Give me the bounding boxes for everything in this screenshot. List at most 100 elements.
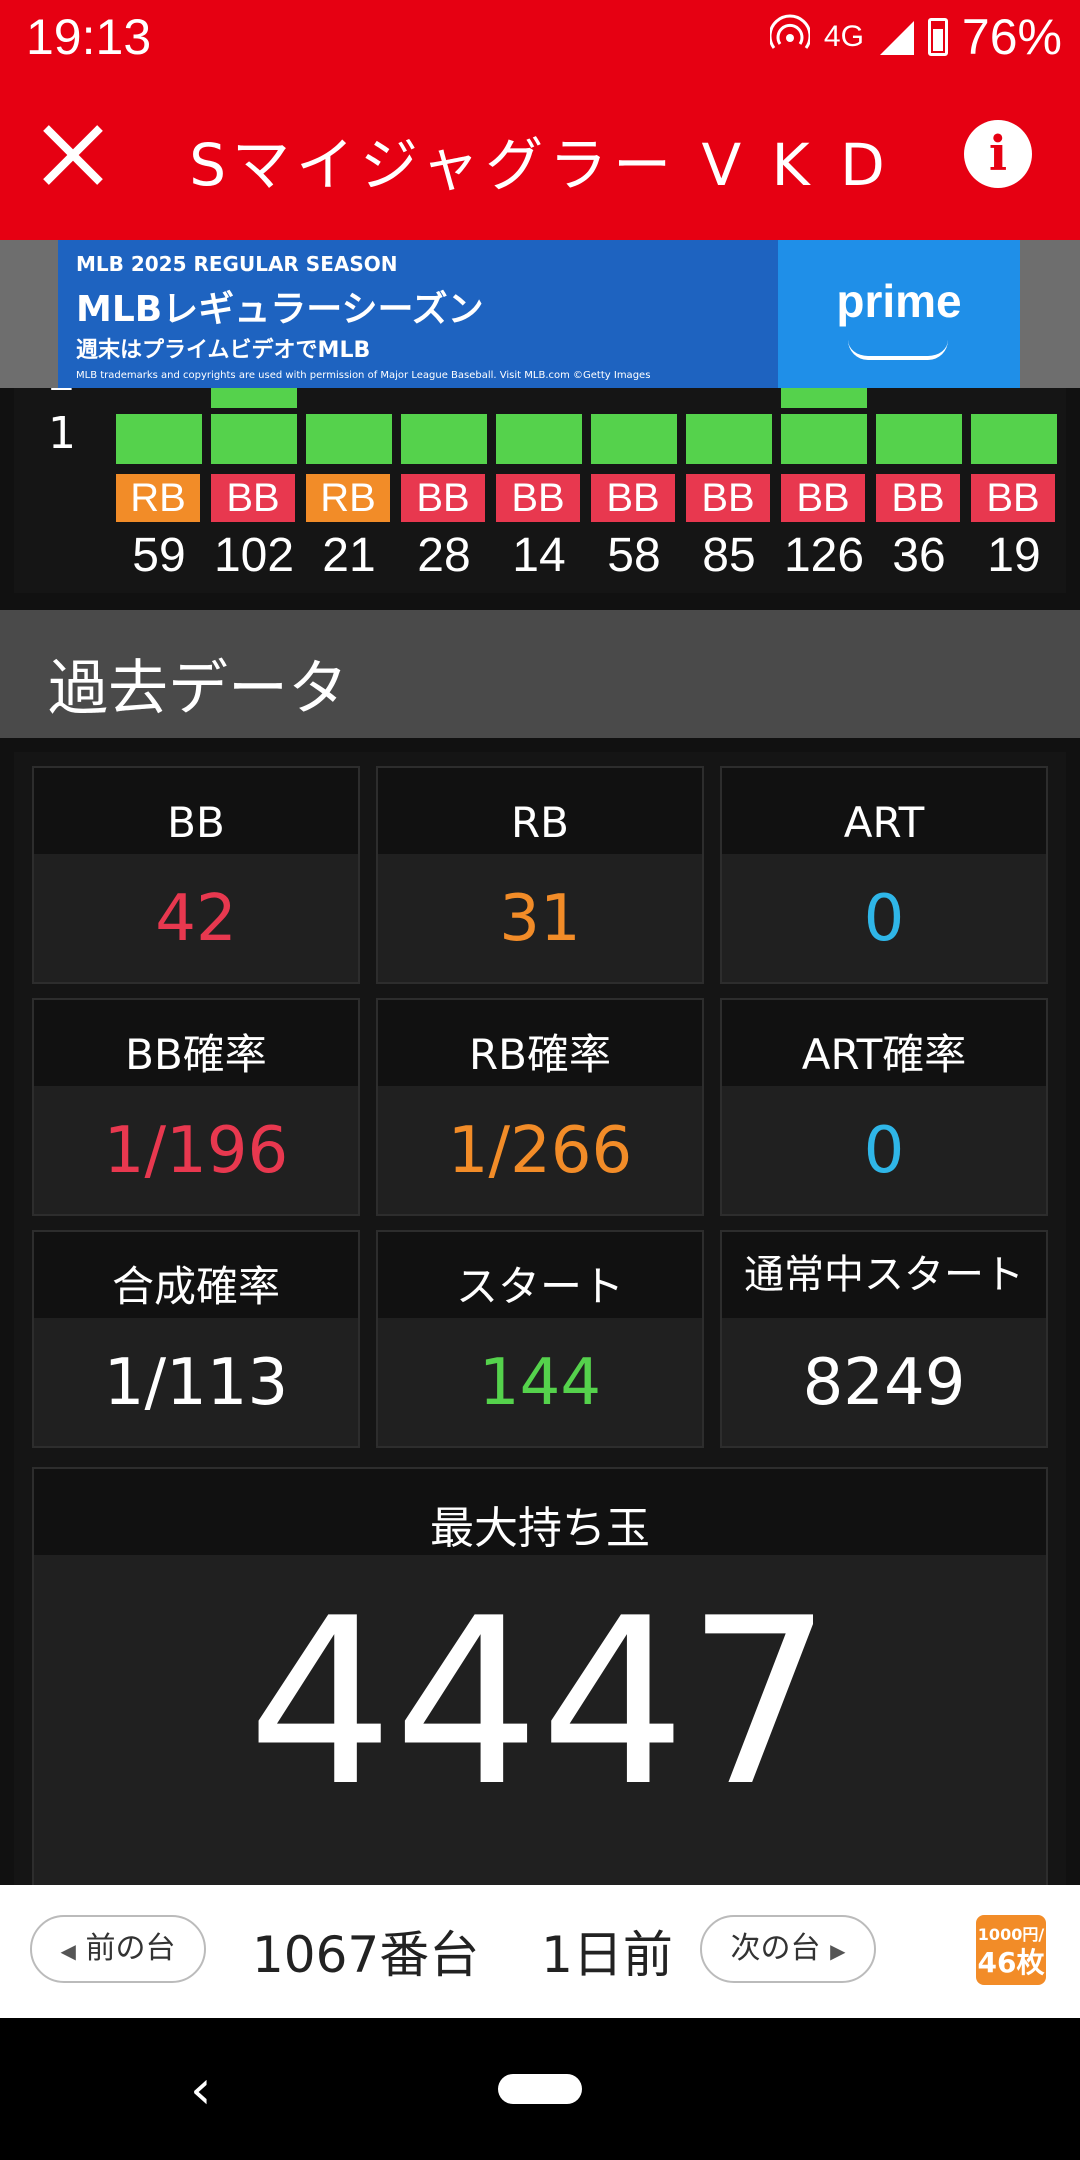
graph-bar (686, 414, 772, 464)
bonus-count-label: 126 (783, 529, 865, 582)
stat-label: ART確率 (722, 1000, 1046, 1086)
chevron-left-icon: ◀ (60, 1939, 76, 1963)
stat-label: 通常中スタート (722, 1232, 1046, 1318)
ad-line4: MLB trademarks and copyrights are used w… (76, 370, 651, 381)
next-machine-button[interactable]: 次の台 ▶ (700, 1915, 876, 1983)
y-label-1: 1 (48, 408, 76, 459)
stat-cell-normal-start: 通常中スタート 8249 (720, 1230, 1048, 1448)
prev-label: 前の台 (85, 1931, 176, 1966)
stat-cell-art: ART 0 (720, 766, 1048, 984)
graph-bar (971, 414, 1057, 464)
max-balls-label: 最大持ち玉 (34, 1469, 1046, 1555)
bonus-type-badge: BB (211, 474, 295, 522)
graph-bar (496, 414, 582, 464)
stat-value: 8249 (802, 1346, 966, 1420)
stat-value: 1/196 (103, 1114, 289, 1188)
bonus-count-label: 102 (213, 529, 295, 582)
day-offset: 1日前 (541, 1926, 673, 1984)
stat-value: 1/266 (447, 1114, 633, 1188)
ad-banner[interactable]: MLB 2025 REGULAR SEASON MLBレギュラーシーズン 週末は… (0, 240, 1080, 388)
ad-line1: MLB 2025 REGULAR SEASON (76, 252, 398, 276)
graph-bar (876, 414, 962, 464)
app-header: Sマイジャグラー V K D i (0, 80, 1080, 240)
machine-info: 1067番台 1日前 (252, 1915, 673, 1987)
ad-left-panel: MLB 2025 REGULAR SEASON MLBレギュラーシーズン 週末は… (58, 240, 778, 388)
info-icon[interactable]: i (964, 120, 1032, 188)
chevron-right-icon: ▶ (830, 1939, 846, 1963)
battery-level: 76% (961, 9, 1062, 65)
ad-line3: 週末はプライムビデオでMLB (76, 338, 371, 363)
stat-value: 144 (478, 1346, 602, 1420)
ad-line2: MLBレギュラーシーズン (76, 289, 484, 330)
graph-bar (401, 414, 487, 464)
bonus-count-label: 36 (892, 529, 946, 582)
prime-smile-icon (848, 340, 948, 360)
coin-rate-bottom: 46枚 (977, 1946, 1045, 1979)
signal-icon (879, 21, 914, 55)
bonus-count-label: 85 (702, 529, 756, 582)
status-icons: 4G 76% (768, 8, 1062, 66)
graph-bar (781, 414, 867, 464)
stat-value: 1/113 (103, 1346, 289, 1420)
prev-machine-button[interactable]: ◀ 前の台 (30, 1915, 206, 1983)
bonus-type-badge: BB (591, 474, 675, 522)
ad-brand-panel: prime (778, 240, 1020, 388)
bonus-type-badge: BB (401, 474, 485, 522)
hotspot-icon (768, 8, 812, 66)
bonus-count-label: 59 (132, 529, 186, 582)
ad-creative[interactable]: MLB 2025 REGULAR SEASON MLBレギュラーシーズン 週末は… (58, 240, 1020, 388)
stat-cell-bb-rate: BB確率 1/196 (32, 998, 360, 1216)
bonus-count-label: 28 (417, 529, 471, 582)
graph-bar (306, 414, 392, 464)
stat-label: ART (722, 768, 1046, 854)
bonus-type-badge: BB (686, 474, 770, 522)
bonus-type-badge: BB (781, 474, 865, 522)
stat-cell-rb-rate: RB確率 1/266 (376, 998, 704, 1216)
status-time: 19:13 (26, 9, 152, 65)
machine-number: 1067番台 (252, 1926, 480, 1984)
stat-label: BB確率 (34, 1000, 358, 1086)
stat-cell-art-rate: ART確率 0 (720, 998, 1048, 1216)
bottom-nav: ◀ 前の台 1067番台 1日前 次の台 ▶ 1000円/ 46枚 (0, 1885, 1080, 2018)
page-title: Sマイジャグラー V K D (189, 131, 891, 199)
graph-bar (591, 414, 677, 464)
bonus-count-label: 58 (607, 529, 661, 582)
bonus-type-badge: RB (306, 474, 390, 522)
stat-label: スタート (378, 1232, 702, 1318)
bonus-type-badge: RB (116, 474, 200, 522)
system-nav-bar: ‹ (0, 2018, 1080, 2160)
bonus-count-label: 19 (987, 529, 1041, 582)
stat-label: 合成確率 (34, 1232, 358, 1318)
bonus-count-label: 14 (512, 529, 566, 582)
bonus-type-badge: BB (496, 474, 580, 522)
next-label: 次の台 (730, 1931, 821, 1966)
coin-rate-badge[interactable]: 1000円/ 46枚 (976, 1915, 1046, 1985)
back-icon[interactable]: ‹ (190, 2058, 212, 2121)
stat-label: RB確率 (378, 1000, 702, 1086)
stat-label: RB (378, 768, 702, 854)
ad-brand: prime (836, 275, 962, 327)
home-pill-icon[interactable] (498, 2074, 582, 2104)
bonus-type-badge: BB (876, 474, 960, 522)
stat-value: 0 (863, 1114, 905, 1188)
stat-cell-bb: BB 42 (32, 766, 360, 984)
max-balls-value: 4447 (247, 1570, 833, 1837)
status-bar: 19:13 4G 76% (0, 0, 1080, 80)
graph-bar (116, 414, 202, 464)
stat-cell-start: スタート 144 (376, 1230, 704, 1448)
network-type: 4G (823, 20, 864, 53)
main-content[interactable]: MLB 2025 REGULAR SEASON MLBレギュラーシーズン 週末は… (0, 240, 1080, 1885)
battery-icon (927, 18, 948, 56)
stat-value: 31 (499, 882, 581, 956)
stat-cell-rb: RB 31 (376, 766, 704, 984)
max-balls-cell: 最大持ち玉 4447 (32, 1467, 1048, 1885)
section-header: 過去データ (0, 610, 1080, 738)
section-title: 過去データ (48, 654, 348, 724)
graph-bar (211, 414, 297, 464)
stat-value: 42 (155, 882, 237, 956)
stat-label: BB (34, 768, 358, 854)
stat-value: 0 (863, 882, 905, 956)
bonus-count-label: 21 (322, 529, 376, 582)
bonus-type-badge: BB (971, 474, 1055, 522)
stat-cell-combined-rate: 合成確率 1/113 (32, 1230, 360, 1448)
